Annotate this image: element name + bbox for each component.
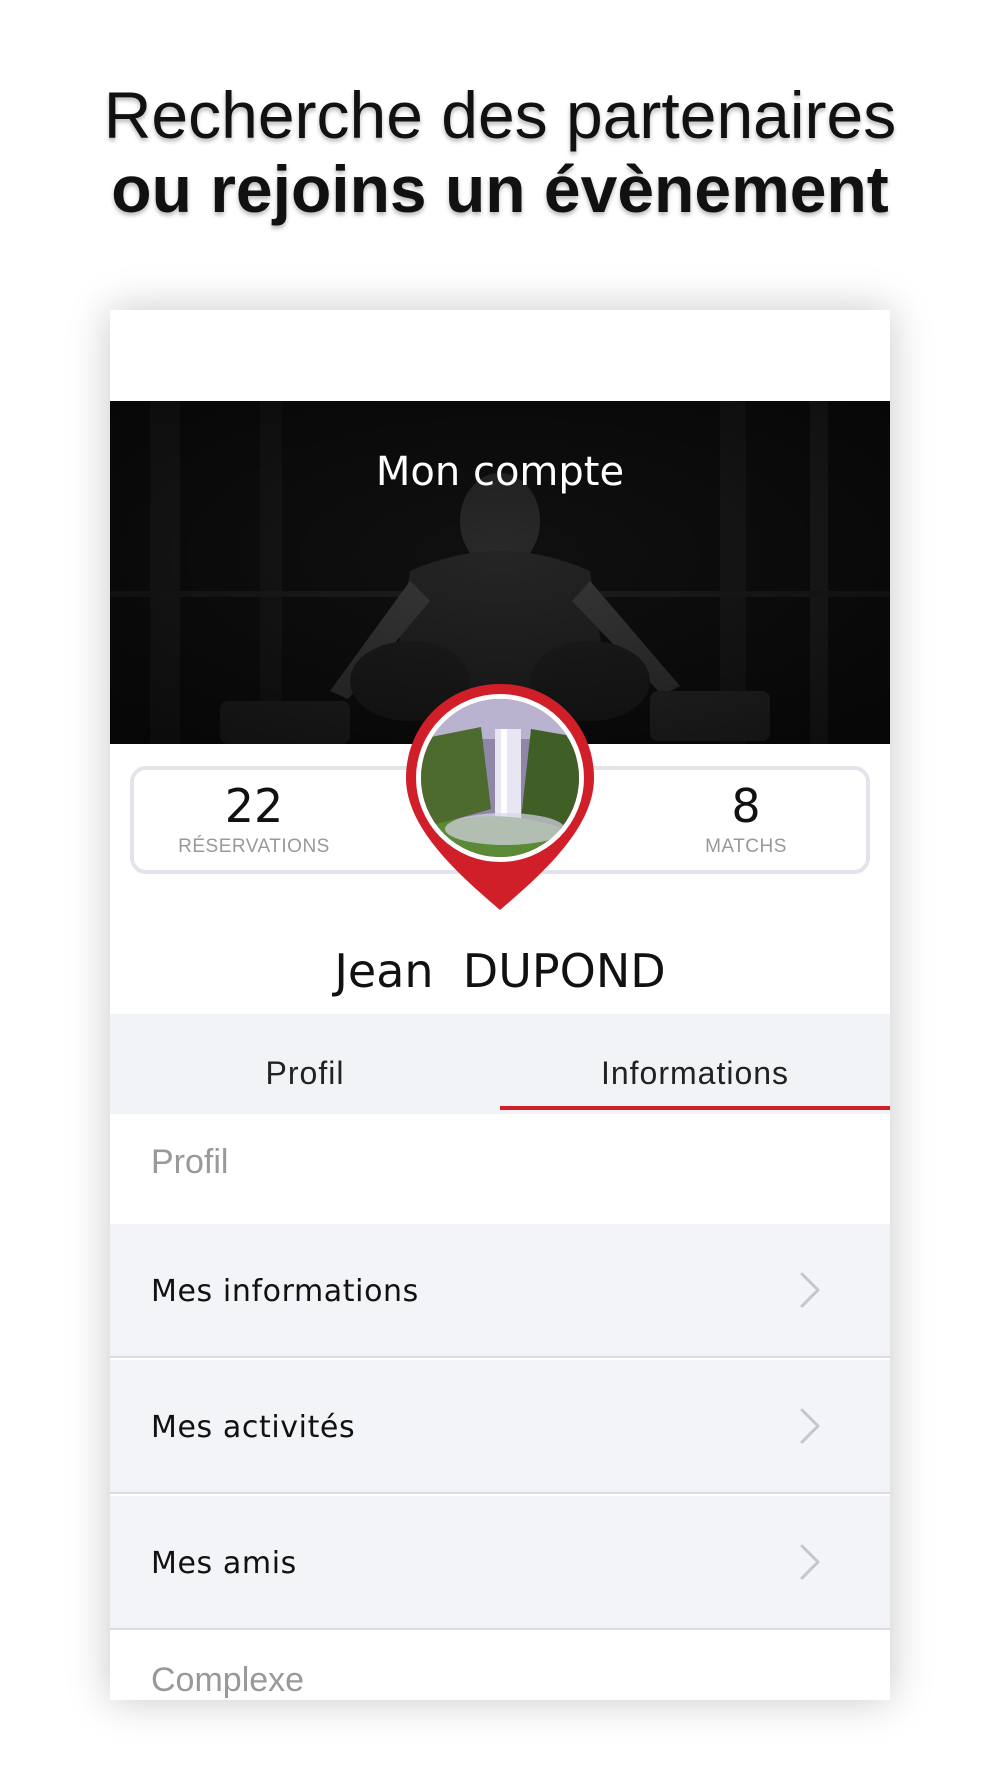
menu-item-mes-amis[interactable]: Mes amis xyxy=(110,1496,890,1630)
tab-profil[interactable]: Profil xyxy=(110,1014,500,1114)
stat-reservations[interactable]: 22 RÉSERVATIONS xyxy=(134,778,374,858)
chevron-right-icon xyxy=(800,1408,820,1444)
chevron-right-icon xyxy=(800,1272,820,1308)
promo-line-1: Recherche des partenaires xyxy=(103,78,897,152)
menu-item-mes-informations[interactable]: Mes informations xyxy=(110,1224,890,1358)
avatar[interactable] xyxy=(416,694,584,862)
matchs-count: 8 xyxy=(731,779,761,833)
menu-item-label: Mes informations xyxy=(151,1274,419,1309)
menu-item-label: Mes activités xyxy=(151,1410,356,1445)
matchs-label: MATCHS xyxy=(705,836,787,857)
promo-headline: Recherche des partenaires ou rejoins un … xyxy=(0,78,1000,226)
app-screen: Mon compte 22 RÉSERVATIONS 8 MATCHS Jean… xyxy=(110,310,890,1700)
user-name: Jean DUPOND xyxy=(334,944,666,998)
page-title: Mon compte xyxy=(375,449,625,495)
menu-item-label: Mes amis xyxy=(151,1546,297,1581)
active-tab-indicator xyxy=(500,1106,890,1110)
tab-informations[interactable]: Informations xyxy=(500,1014,890,1114)
stat-matchs[interactable]: 8 MATCHS xyxy=(626,778,866,858)
tab-bar: Profil Informations xyxy=(110,1014,890,1114)
chevron-right-icon xyxy=(800,1544,820,1580)
menu-item-mes-activites[interactable]: Mes activités xyxy=(110,1360,890,1494)
reservations-count: 22 xyxy=(224,779,284,833)
promo-line-2: ou rejoins un évènement xyxy=(111,152,889,226)
section-header-complexe: Complexe xyxy=(110,1632,890,1700)
section-header-profil: Profil xyxy=(110,1114,890,1224)
reservations-label: RÉSERVATIONS xyxy=(178,836,330,857)
